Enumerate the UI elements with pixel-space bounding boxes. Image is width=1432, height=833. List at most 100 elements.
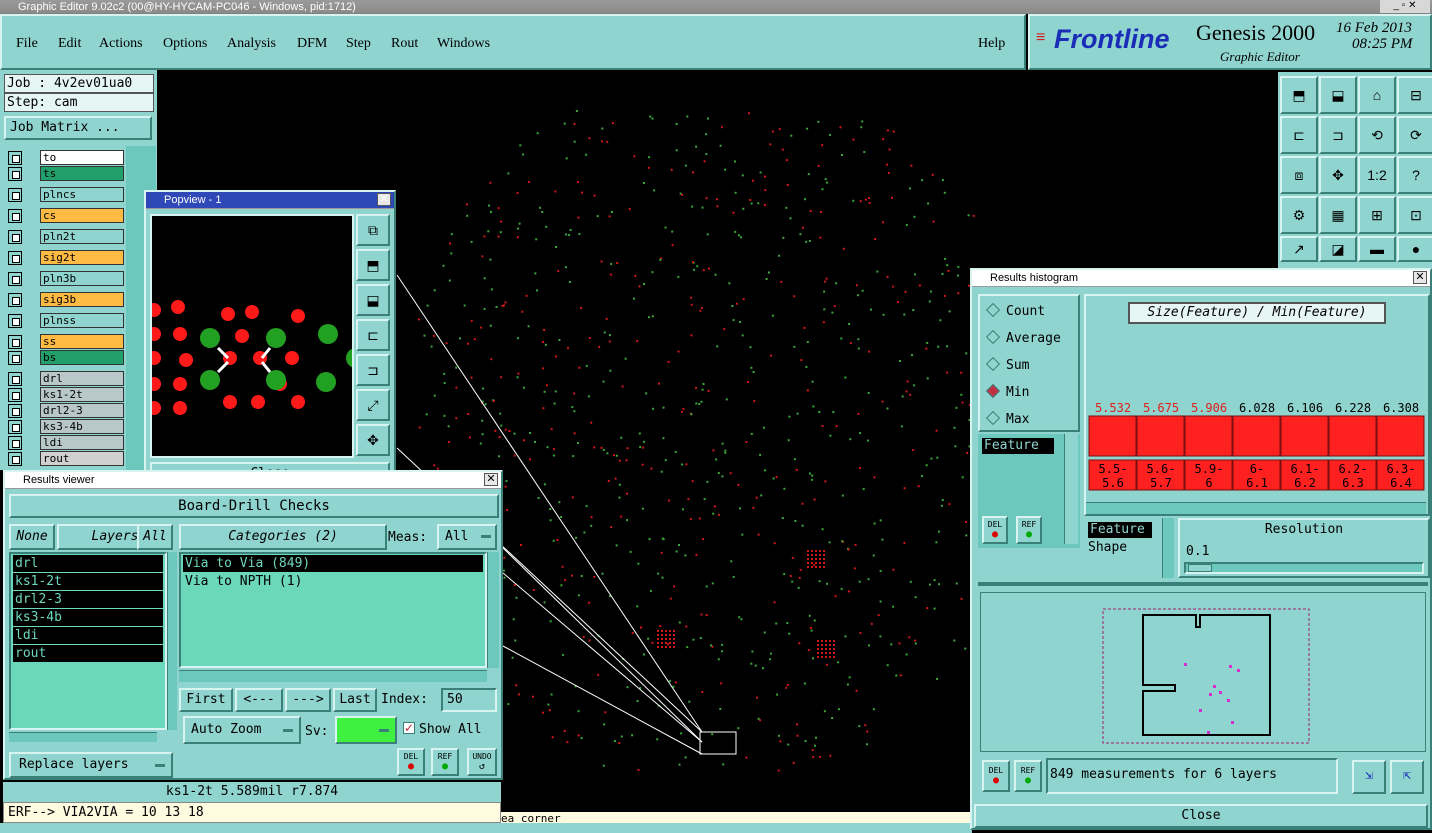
layer-checkbox[interactable] [8, 188, 22, 202]
popview-close-icon[interactable]: ✕ [377, 193, 391, 206]
pan-icon[interactable]: ✥ [356, 424, 390, 456]
menu-options[interactable]: Options [163, 36, 207, 52]
menu-help[interactable]: Help [978, 36, 1005, 52]
attr-scrollbar[interactable] [1162, 518, 1174, 578]
none-button[interactable]: None [9, 524, 55, 550]
menu-rout[interactable]: Rout [391, 36, 418, 52]
layer-checkbox[interactable] [8, 372, 22, 386]
result-layer-item[interactable]: ks3-4b [13, 609, 163, 626]
home-icon[interactable]: ⌂ [1358, 76, 1396, 114]
open-icon[interactable]: ⬒ [1280, 76, 1318, 114]
grid-icon[interactable]: ▦ [1319, 196, 1357, 234]
menu-file[interactable]: File [16, 36, 38, 52]
histogram-close-button[interactable]: Close [974, 804, 1428, 828]
layer-row-pln3b[interactable]: pln3b [8, 271, 126, 287]
layer-name[interactable]: ts [40, 166, 124, 181]
layer-row-cs[interactable]: cs [8, 208, 126, 224]
layer-name[interactable]: sig2t [40, 250, 124, 265]
layer-name[interactable]: to [40, 150, 124, 165]
layer-checkbox[interactable] [8, 251, 22, 265]
layer-checkbox[interactable] [8, 388, 22, 402]
feature-list-item[interactable]: Feature [982, 438, 1054, 454]
snap-icon[interactable]: ◪ [1319, 236, 1357, 262]
layer-checkbox[interactable] [8, 151, 22, 165]
layer-name[interactable]: pln2t [40, 229, 124, 244]
layer-name[interactable]: ldi [40, 435, 124, 450]
show-all-checkbox[interactable]: ✓ [403, 722, 415, 734]
hist-del-button[interactable]: DEL ● [982, 516, 1008, 544]
zoom-fit-icon[interactable]: ⤢ [356, 389, 390, 421]
right-icon[interactable]: ⊐ [356, 354, 390, 386]
sv-color-select[interactable] [335, 716, 397, 744]
center-icon[interactable]: ✥ [1319, 156, 1357, 194]
menu-windows[interactable]: Windows [437, 36, 490, 52]
layer-row-to[interactable]: to [8, 150, 126, 166]
last-button[interactable]: Last [333, 688, 377, 712]
layer-checkbox[interactable] [8, 420, 22, 434]
menu-dfm[interactable]: DFM [297, 36, 327, 52]
layer-row-plncs[interactable]: plncs [8, 187, 126, 203]
left-icon[interactable]: ⊏ [356, 319, 390, 351]
categories-button[interactable]: Categories (2) [179, 524, 387, 550]
down-icon[interactable]: ⬓ [356, 284, 390, 316]
menu-analysis[interactable]: Analysis [227, 36, 276, 52]
layer-row-pln2t[interactable]: pln2t [8, 229, 126, 245]
attr-item-shape[interactable]: Shape [1088, 540, 1127, 555]
category-list[interactable]: Via to Via (849) Via to NPTH (1) [179, 552, 487, 668]
fit-icon[interactable]: ⧉ [356, 214, 390, 246]
layer-row-drl[interactable]: drl [8, 371, 126, 387]
layer-name[interactable]: ks3-4b [40, 419, 124, 434]
layer-checkbox[interactable] [8, 404, 22, 418]
overview-ref-button[interactable]: REF ● [1014, 760, 1042, 792]
pointer-icon[interactable]: ↗ [1280, 236, 1318, 262]
import-icon[interactable]: ⇱ [1390, 760, 1424, 794]
layer-checkbox[interactable] [8, 272, 22, 286]
layer-row-bs[interactable]: bs [8, 350, 126, 366]
layer-checkbox[interactable] [8, 167, 22, 181]
layer-name[interactable]: ks1-2t [40, 387, 124, 402]
auto-zoom-select[interactable]: Auto Zoom [183, 716, 301, 744]
settings-icon[interactable]: ⚙ [1280, 196, 1318, 234]
layer-row-rout[interactable]: rout [8, 451, 126, 467]
help-icon[interactable]: ? [1397, 156, 1432, 194]
layer-checkbox[interactable] [8, 209, 22, 223]
zoom-in-icon[interactable]: ⊏ [1280, 116, 1318, 154]
layer-checkbox[interactable] [8, 293, 22, 307]
layer-checkbox[interactable] [8, 351, 22, 365]
radio-count[interactable]: Count [985, 302, 1045, 319]
attr-item-feature[interactable]: Feature [1088, 522, 1152, 538]
undo-button[interactable]: UNDO ↺ [467, 748, 497, 776]
category-scrollbar[interactable] [487, 552, 499, 668]
next-button[interactable]: ---> [285, 688, 331, 712]
layer-name[interactable]: drl2-3 [40, 403, 124, 418]
replace-layers-select[interactable]: Replace layers [9, 752, 173, 778]
histogram-close-icon[interactable]: ✕ [1413, 271, 1427, 284]
layer-name[interactable]: plnss [40, 313, 124, 328]
layer-checkbox[interactable] [8, 230, 22, 244]
board-overview[interactable] [980, 592, 1426, 752]
first-button[interactable]: First [179, 688, 233, 712]
radio-average[interactable]: Average [985, 329, 1061, 346]
layer-name[interactable]: pln3b [40, 271, 124, 286]
resolution-slider[interactable] [1184, 562, 1424, 574]
radio-min[interactable]: Min [985, 383, 1029, 400]
layer-name[interactable]: drl [40, 371, 124, 386]
layer-name[interactable]: cs [40, 208, 124, 223]
menu-edit[interactable]: Edit [58, 36, 81, 52]
layer-name[interactable]: rout [40, 451, 124, 466]
attr-list[interactable]: Feature Shape [1084, 518, 1174, 578]
hist-ref-button[interactable]: REF ● [1016, 516, 1042, 544]
layer-name[interactable]: bs [40, 350, 124, 365]
job-matrix-button[interactable]: Job Matrix ... [4, 116, 152, 140]
radio-sum[interactable]: Sum [985, 356, 1029, 373]
result-layer-item[interactable]: drl [13, 555, 163, 572]
ref-button[interactable]: REF ● [431, 748, 459, 776]
layer-row-ks1-2t[interactable]: ks1-2t [8, 387, 126, 403]
fit-icon[interactable]: ⧈ [1280, 156, 1318, 194]
layer-row-ldi[interactable]: ldi [8, 435, 126, 451]
layer-checkbox[interactable] [8, 452, 22, 466]
layer-checkbox[interactable] [8, 436, 22, 450]
layer-name[interactable]: ss [40, 334, 124, 349]
feature-list-scrollbar[interactable] [1064, 434, 1078, 544]
chart-hscrollbar[interactable] [1086, 502, 1426, 514]
